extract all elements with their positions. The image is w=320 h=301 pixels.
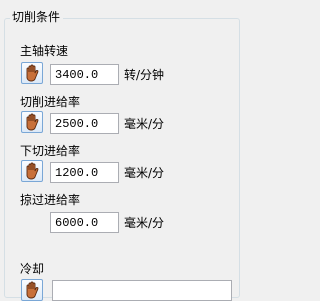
spindle-speed-input[interactable]: [50, 64, 119, 85]
skim-feedrate-input[interactable]: [50, 212, 119, 233]
cutting-feedrate-unit: 毫米/分: [124, 117, 165, 131]
cutting-feedrate-pick-button[interactable]: [21, 111, 43, 133]
hand-icon: [26, 281, 39, 299]
cooling-pick-button[interactable]: [21, 279, 43, 301]
hand-icon: [26, 113, 39, 131]
cooling-select[interactable]: [52, 280, 232, 301]
skim-feedrate-unit: 毫米/分: [124, 216, 165, 230]
spindle-speed-pick-button[interactable]: [21, 62, 43, 84]
plunge-feedrate-input[interactable]: [50, 162, 119, 183]
hand-icon: [26, 64, 39, 82]
spindle-speed-unit: 转/分钟: [124, 68, 165, 82]
plunge-feedrate-label: 下切进给率: [20, 144, 81, 158]
cutting-feedrate-input[interactable]: [50, 113, 119, 134]
plunge-feedrate-pick-button[interactable]: [21, 160, 43, 182]
cooling-label: 冷却: [20, 262, 45, 276]
skim-feedrate-label: 掠过进给率: [20, 193, 81, 207]
cutting-conditions-group: [4, 18, 240, 298]
hand-icon: [26, 162, 39, 180]
cutting-feedrate-label: 切削进给率: [20, 95, 81, 109]
group-title: 切削条件: [10, 9, 64, 25]
plunge-feedrate-unit: 毫米/分: [124, 166, 165, 180]
spindle-speed-label: 主轴转速: [20, 44, 69, 58]
